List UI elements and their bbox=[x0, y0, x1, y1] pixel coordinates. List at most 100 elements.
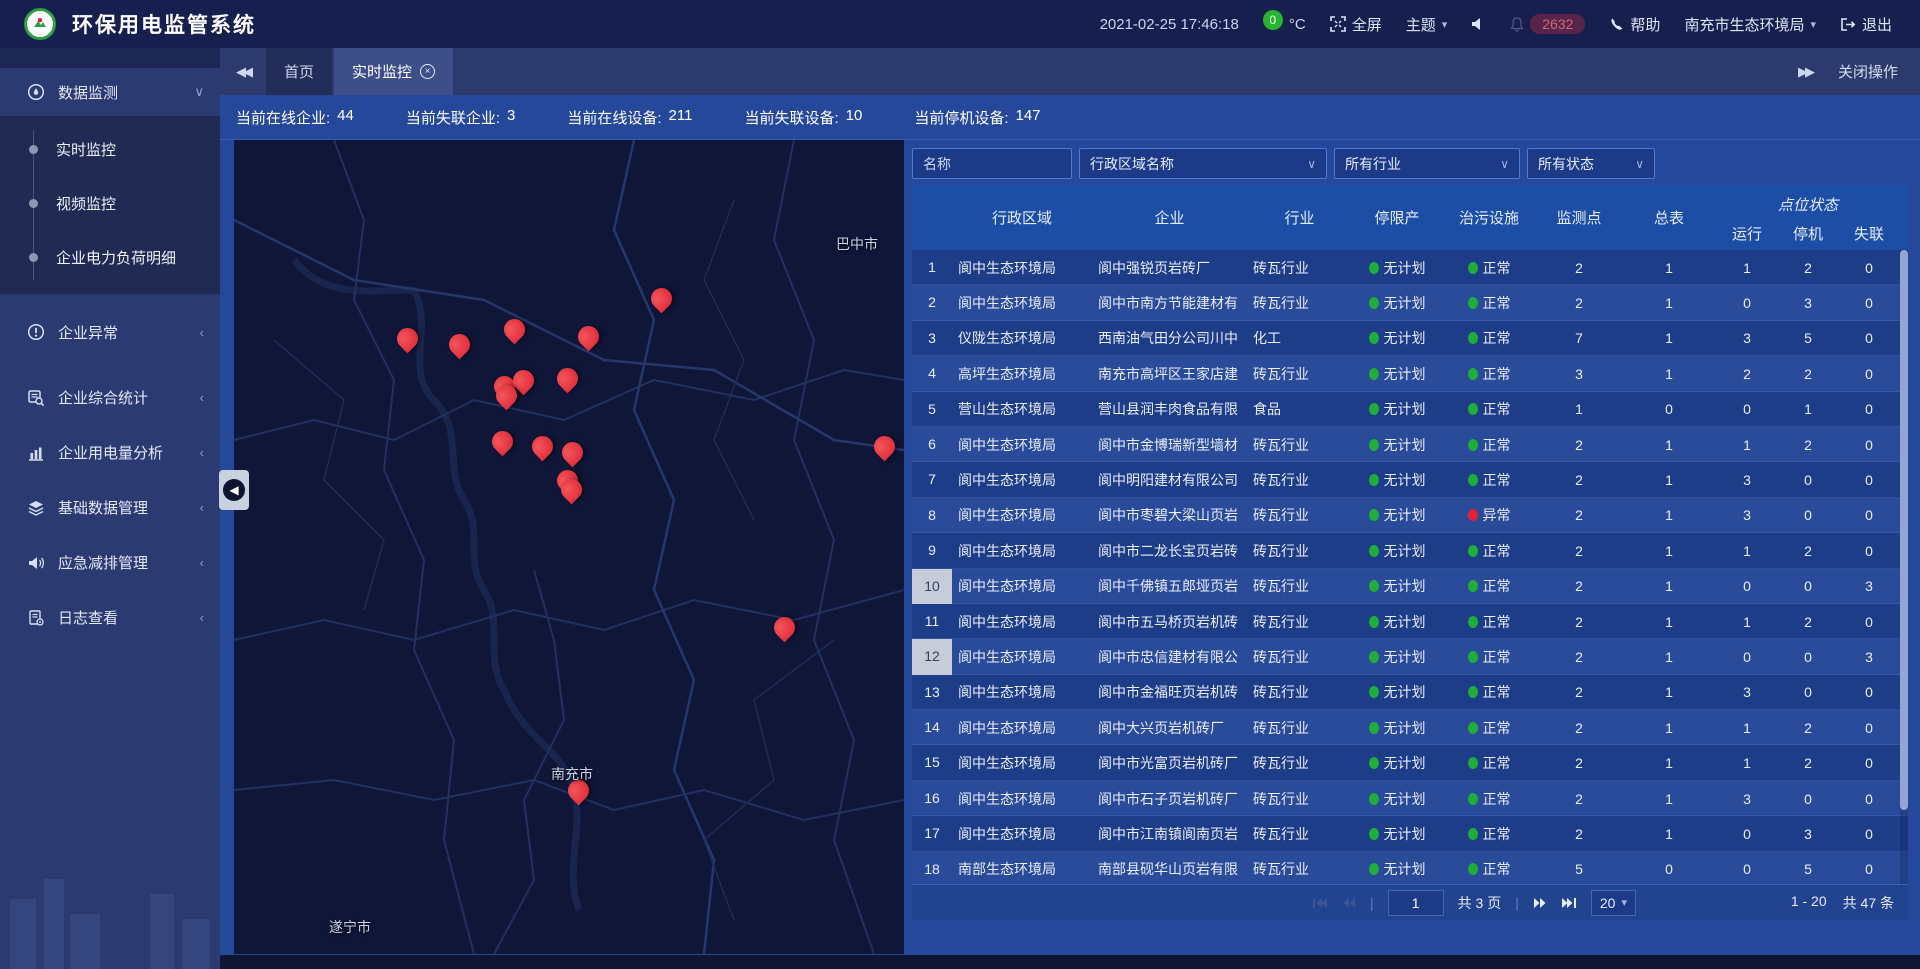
sidebar-group-emergency-reduction[interactable]: 应急减排管理 ‹ bbox=[0, 535, 220, 590]
notification-widget[interactable]: 2632 bbox=[1510, 14, 1585, 34]
org-dropdown[interactable]: 南充市生态环境局▾ bbox=[1684, 14, 1816, 35]
cell-monitor-points: 2 bbox=[1536, 614, 1622, 630]
cell-total-meter: 1 bbox=[1622, 614, 1716, 630]
region-filter-select[interactable]: 行政区域名称 ∨ bbox=[1079, 148, 1327, 179]
table-row[interactable]: 2 阆中生态环境局 阆中市南方节能建材有 砖瓦行业 无计划 正常 2 1 0 3… bbox=[912, 285, 1908, 320]
treat-dot bbox=[1468, 474, 1478, 486]
table-row[interactable]: 14 阆中生态环境局 阆中大兴页岩机砖厂 砖瓦行业 无计划 正常 2 1 1 2… bbox=[912, 710, 1908, 745]
prev-page-button[interactable] bbox=[1342, 897, 1356, 909]
first-page-button[interactable] bbox=[1312, 897, 1328, 909]
row-index: 3 bbox=[912, 321, 952, 356]
table-row[interactable]: 7 阆中生态环境局 阆中明阳建材有限公司 砖瓦行业 无计划 正常 2 1 3 0… bbox=[912, 462, 1908, 497]
table-row[interactable]: 13 阆中生态环境局 阆中市金福旺页岩机砖 砖瓦行业 无计划 正常 2 1 3 … bbox=[912, 675, 1908, 710]
scrollbar-thumb[interactable] bbox=[1900, 250, 1908, 810]
table-row[interactable]: 8 阆中生态环境局 阆中市枣碧大梁山页岩 砖瓦行业 无计划 异常 2 1 3 0… bbox=[912, 498, 1908, 533]
cell-company: 阆中市二龙长宝页岩砖 bbox=[1092, 541, 1247, 561]
close-operations-button[interactable]: 关闭操作 bbox=[1838, 61, 1898, 82]
table-row[interactable]: 5 营山生态环境局 营山县润丰肉食品有限 食品 无计划 正常 1 0 0 1 0 bbox=[912, 392, 1908, 427]
limit-status-dot-icon bbox=[1369, 616, 1379, 628]
col-header-lost: 失联 bbox=[1838, 217, 1900, 250]
cell-treatment-status: 正常 bbox=[1442, 824, 1536, 844]
sidebar-group-enterprise-abnormal[interactable]: 企业异常 ‹ bbox=[0, 294, 220, 370]
tab-bar: ◀◀ 首页 实时监控 × ▶▶ 关闭操作 bbox=[220, 48, 1920, 95]
cell-running: 3 bbox=[1716, 507, 1778, 523]
filter-bar: 行政区域名称 ∨ 所有行业 ∨ 所有状态 ∨ bbox=[912, 140, 1908, 185]
table-row[interactable]: 17 阆中生态环境局 阆中市江南镇阆南页岩 砖瓦行业 无计划 正常 2 1 0 … bbox=[912, 816, 1908, 851]
table-row[interactable]: 15 阆中生态环境局 阆中市光富页岩机砖厂 砖瓦行业 无计划 正常 2 1 1 … bbox=[912, 745, 1908, 780]
cell-running: 1 bbox=[1716, 437, 1778, 453]
sidebar-item-realtime-monitor[interactable]: 实时监控 bbox=[0, 122, 220, 176]
page-number-input[interactable] bbox=[1388, 890, 1444, 916]
cell-region: 阆中生态环境局 bbox=[952, 435, 1092, 455]
sidebar-group-enterprise-statistics[interactable]: 企业综合统计 ‹ bbox=[0, 370, 220, 425]
tab-close-icon[interactable]: × bbox=[420, 64, 435, 79]
next-page-button[interactable] bbox=[1533, 897, 1547, 909]
col-header-industry: 行业 bbox=[1247, 185, 1352, 250]
treat-dot bbox=[1468, 757, 1478, 769]
page-size-select[interactable]: 20 ▾ bbox=[1591, 890, 1636, 916]
tab-home[interactable]: 首页 bbox=[266, 48, 332, 95]
tabs-scroll-left-button[interactable]: ◀◀ bbox=[220, 48, 266, 95]
table-row[interactable]: 11 阆中生态环境局 阆中市五马桥页岩机砖 砖瓦行业 无计划 正常 2 1 1 … bbox=[912, 604, 1908, 639]
theme-dropdown[interactable]: 主题▾ bbox=[1406, 14, 1448, 35]
industry-filter-select[interactable]: 所有行业 ∨ bbox=[1334, 148, 1520, 179]
map-panel[interactable]: 巴中市南充市遂宁市 bbox=[234, 140, 904, 954]
limit-status-dot-icon bbox=[1369, 757, 1379, 769]
help-button[interactable]: 帮助 bbox=[1609, 14, 1660, 35]
table-row[interactable]: 1 阆中生态环境局 阆中强锐页岩砖厂 砖瓦行业 无计划 正常 2 1 1 2 0 bbox=[912, 250, 1908, 285]
table-row[interactable]: 16 阆中生态环境局 阆中市石子页岩机砖厂 砖瓦行业 无计划 正常 2 1 3 … bbox=[912, 781, 1908, 816]
table-row[interactable]: 10 阆中生态环境局 阆中千佛镇五郎垭页岩 砖瓦行业 无计划 正常 2 1 0 … bbox=[912, 569, 1908, 604]
name-filter-field[interactable] bbox=[912, 148, 1072, 179]
cell-monitor-points: 7 bbox=[1536, 330, 1622, 346]
skyline-decoration bbox=[0, 839, 220, 969]
sidebar-group-data-monitor[interactable]: 数据监测 ∨ bbox=[0, 68, 220, 116]
fullscreen-button[interactable]: 全屏 bbox=[1330, 14, 1382, 35]
table-row[interactable]: 18 南部生态环境局 南部县砚华山页岩有限 砖瓦行业 无计划 正常 5 0 0 … bbox=[912, 852, 1908, 884]
cell-limit-status: 无计划 bbox=[1352, 293, 1442, 313]
cell-limit-status: 无计划 bbox=[1352, 470, 1442, 490]
map-collapse-button[interactable]: ◀ bbox=[219, 470, 249, 510]
cell-monitor-points: 2 bbox=[1536, 543, 1622, 559]
cell-monitor-points: 2 bbox=[1536, 507, 1622, 523]
row-index: 9 bbox=[912, 533, 952, 568]
cell-lost: 0 bbox=[1838, 366, 1900, 382]
status-filter-select[interactable]: 所有状态 ∨ bbox=[1527, 148, 1655, 179]
logout-button[interactable]: 退出 bbox=[1840, 14, 1892, 35]
table-row[interactable]: 9 阆中生态环境局 阆中市二龙长宝页岩砖 砖瓦行业 无计划 正常 2 1 1 2… bbox=[912, 533, 1908, 568]
pagination-bar: | 共 3 页 | 20 ▾ bbox=[912, 884, 1908, 920]
temperature-unit: °C bbox=[1289, 16, 1306, 33]
cell-stopped: 3 bbox=[1778, 826, 1838, 842]
sidebar-group-base-data[interactable]: 基础数据管理 ‹ bbox=[0, 480, 220, 535]
name-filter-input[interactable] bbox=[923, 156, 1061, 172]
table-row[interactable]: 12 阆中生态环境局 阆中市忠信建材有限公 砖瓦行业 无计划 正常 2 1 0 … bbox=[912, 639, 1908, 674]
cell-lost: 0 bbox=[1838, 330, 1900, 346]
speaker-button[interactable] bbox=[1471, 17, 1486, 31]
treat-dot bbox=[1468, 580, 1478, 592]
sidebar-item-power-load-detail[interactable]: 企业电力负荷明细 bbox=[0, 230, 220, 284]
cell-limit-status: 无计划 bbox=[1352, 824, 1442, 844]
sidebar-item-video-monitor[interactable]: 视频监控 bbox=[0, 176, 220, 230]
limit-status-dot-icon bbox=[1369, 474, 1379, 486]
table-row[interactable]: 4 高坪生态环境局 南充市高坪区王家店建 砖瓦行业 无计划 正常 3 1 2 2… bbox=[912, 356, 1908, 391]
cell-industry: 砖瓦行业 bbox=[1247, 576, 1352, 596]
tabs-scroll-right-button[interactable]: ▶▶ bbox=[1798, 64, 1812, 80]
speaker-icon bbox=[1471, 17, 1486, 31]
table-row[interactable]: 6 阆中生态环境局 阆中市金博瑞新型墙材 砖瓦行业 无计划 正常 2 1 1 2… bbox=[912, 427, 1908, 462]
table-row[interactable]: 3 仪陇生态环境局 西南油气田分公司川中 化工 无计划 正常 7 1 3 5 0 bbox=[912, 321, 1908, 356]
sidebar-group-power-analysis[interactable]: 企业用电量分析 ‹ bbox=[0, 425, 220, 480]
cell-industry: 砖瓦行业 bbox=[1247, 682, 1352, 702]
limit-status-dot-icon bbox=[1369, 332, 1379, 344]
table-scrollbar[interactable] bbox=[1900, 250, 1908, 884]
treat-dot bbox=[1468, 686, 1478, 698]
stat-online-enterprises: 当前在线企业:44 bbox=[236, 107, 354, 128]
sidebar-group-log-view[interactable]: 日志查看 ‹ bbox=[0, 590, 220, 645]
treat-dot bbox=[1468, 722, 1478, 734]
cell-company: 阆中市五马桥页岩机砖 bbox=[1092, 612, 1247, 632]
cell-company: 阆中市金福旺页岩机砖 bbox=[1092, 682, 1247, 702]
tab-realtime-monitor[interactable]: 实时监控 × bbox=[334, 48, 453, 95]
megaphone-icon bbox=[26, 554, 46, 572]
cell-stopped: 2 bbox=[1778, 755, 1838, 771]
last-page-button[interactable] bbox=[1561, 897, 1577, 909]
limit-status-dot-icon bbox=[1369, 828, 1379, 840]
cell-region: 阆中生态环境局 bbox=[952, 470, 1092, 490]
